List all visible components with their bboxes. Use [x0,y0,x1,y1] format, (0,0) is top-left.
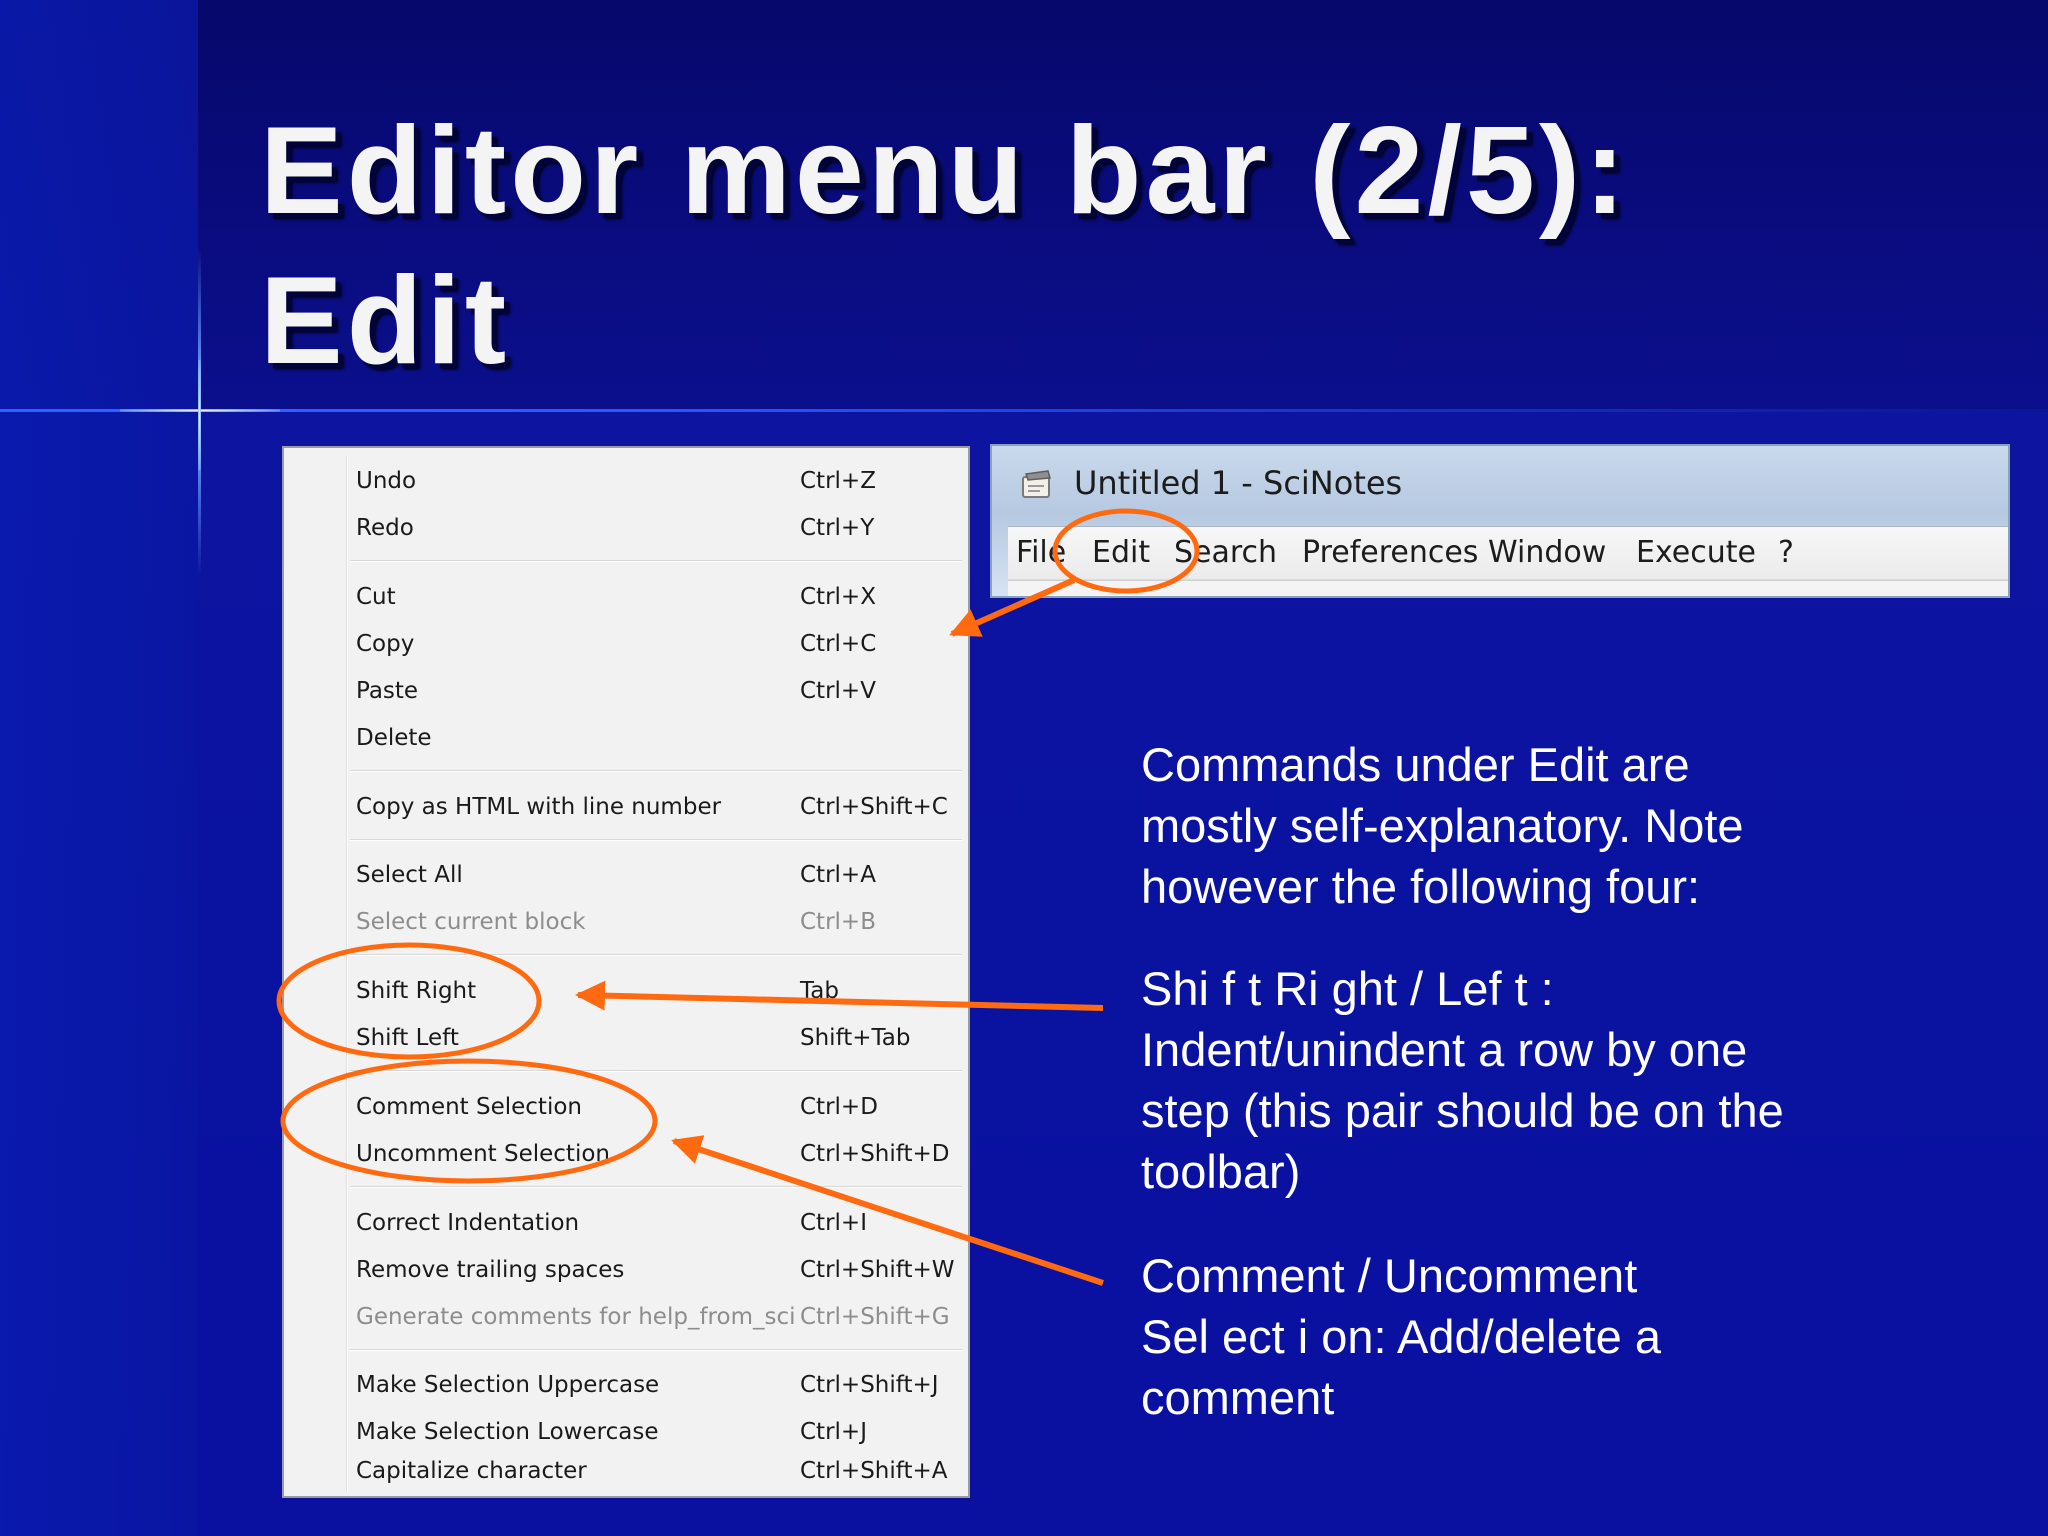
menu-item-shortcut: Ctrl+C [800,631,877,657]
menu-item-shortcut: Ctrl+B [800,909,876,935]
menu-item-remove-trailing-spaces[interactable]: Remove trailing spaces Ctrl+Shift+W [284,1249,968,1296]
menubar-file[interactable]: File [1016,535,1066,570]
menu-item-label: Cut [356,584,396,610]
edit-dropdown-menu: Undo Ctrl+Z Redo Ctrl+Y Cut Ctrl+X Copy … [282,446,970,1498]
menu-item-uncomment-selection[interactable]: Uncomment Selection Ctrl+Shift+D [284,1133,968,1180]
menu-separator [350,954,962,956]
menu-item-shortcut: Ctrl+Shift+W [800,1257,955,1283]
intro-text: Commands under Edit are mostly self-expl… [1141,734,1961,917]
menubar-help[interactable]: ? [1778,535,1794,570]
menu-separator [350,1070,962,1072]
intro-line-2: mostly self-explanatory. Note [1141,799,1744,852]
scinotes-app-icon [1022,470,1051,498]
menu-item-label: Copy [356,631,415,657]
menu-item-shortcut: Ctrl+X [800,584,876,610]
menu-item-label: Correct Indentation [356,1210,580,1236]
menubar-window[interactable]: Window [1488,535,1606,570]
menu-item-delete[interactable]: Delete [284,717,968,764]
menu-item-correct-indentation[interactable]: Correct Indentation Ctrl+I [284,1202,968,1249]
menu-item-paste[interactable]: Paste Ctrl+V [284,670,968,717]
menu-item-label: Shift Right [356,978,477,1004]
shift-explanation: Shi f t Ri ght / Lef t : Indent/unindent… [1141,958,1961,1202]
slide-left-strip [0,0,198,1536]
shift-line-3: step (this pair should be on the [1141,1084,1784,1137]
menu-item-shortcut: Ctrl+Shift+J [800,1372,939,1398]
menubar-preferences[interactable]: Preferences [1302,535,1478,570]
menubar-edit[interactable]: Edit [1092,535,1150,570]
menu-item-shortcut: Ctrl+A [800,862,876,888]
menu-item-label: Paste [356,678,419,704]
menubar-search[interactable]: Search [1174,535,1277,570]
menu-item-generate-comments: Generate comments for help_from_sci Ctrl… [284,1296,968,1343]
menu-item-label: Delete [356,725,432,751]
menu-item-select-all[interactable]: Select All Ctrl+A [284,854,968,901]
menu-item-label: Copy as HTML with line number [356,794,722,820]
menu-item-label: Uncomment Selection [356,1141,610,1167]
menu-item-select-current-block: Select current block Ctrl+B [284,901,968,948]
menu-item-shortcut: Ctrl+V [800,678,876,704]
intro-line-3: however the following four: [1141,860,1701,913]
menu-separator [350,560,962,562]
menu-separator [350,1349,962,1351]
menu-item-label: Capitalize character [356,1458,587,1484]
menu-item-shortcut: Ctrl+Shift+G [800,1304,950,1330]
editor-toolbar-strip [1008,580,2008,596]
menu-item-shift-left[interactable]: Shift Left Shift+Tab [284,1017,968,1064]
menu-item-shortcut: Ctrl+Y [800,515,875,541]
intro-line-1: Commands under Edit are [1141,738,1690,791]
menu-item-label: Make Selection Uppercase [356,1372,660,1398]
slide-title: Editor menu bar (2/5): Edit [260,96,1629,396]
comment-line-2: Sel ect i on: Add/delete a [1141,1310,1661,1363]
menu-separator [350,770,962,772]
menu-item-undo[interactable]: Undo Ctrl+Z [284,460,968,507]
menu-item-shortcut: Ctrl+I [800,1210,867,1236]
menu-item-label: Shift Left [356,1025,459,1051]
comment-explanation: Comment / Uncomment Sel ect i on: Add/de… [1141,1245,1961,1428]
menubar-execute[interactable]: Execute [1636,535,1756,570]
menu-item-comment-selection[interactable]: Comment Selection Ctrl+D [284,1086,968,1133]
slide-title-line-2: Edit [260,252,511,390]
menu-item-label: Select All [356,862,463,888]
menu-item-shortcut: Shift+Tab [800,1025,911,1051]
menu-item-shortcut: Tab [800,978,839,1004]
scinotes-window: Untitled 1 - SciNotes File Edit Search P… [990,444,2010,598]
menu-item-label: Make Selection Lowercase [356,1419,659,1445]
menu-item-label: Generate comments for help_from_sci [356,1304,796,1330]
menu-item-label: Select current block [356,909,586,935]
comment-line-1: Comment / Uncomment [1141,1249,1638,1302]
sparkle-vertical [198,360,201,470]
menu-item-copy-as-html[interactable]: Copy as HTML with line number Ctrl+Shift… [284,786,968,833]
menu-item-redo[interactable]: Redo Ctrl+Y [284,507,968,554]
shift-line-1: Shi f t Ri ght / Lef t : [1141,962,1554,1015]
comment-line-3: comment [1141,1371,1335,1424]
editor-menubar: File Edit Search Preferences Window Exec… [1008,526,2008,579]
menu-item-label: Remove trailing spaces [356,1257,625,1283]
menu-separator [350,839,962,841]
shift-line-2: Indent/unindent a row by one [1141,1023,1748,1076]
menu-item-make-uppercase[interactable]: Make Selection Uppercase Ctrl+Shift+J [284,1364,968,1411]
menu-separator [350,1186,962,1188]
menu-item-shortcut: Ctrl+Z [800,468,876,494]
menu-item-shift-right[interactable]: Shift Right Tab [284,970,968,1017]
menu-item-copy[interactable]: Copy Ctrl+C [284,623,968,670]
menu-item-capitalize-character[interactable]: Capitalize character Ctrl+Shift+A [284,1450,968,1497]
menu-item-cut[interactable]: Cut Ctrl+X [284,576,968,623]
slide-divider-line [0,409,2048,412]
menu-item-shortcut: Ctrl+Shift+A [800,1458,948,1484]
menu-item-label: Redo [356,515,414,541]
menu-item-shortcut: Ctrl+J [800,1419,867,1445]
menu-item-label: Undo [356,468,417,494]
menu-item-shortcut: Ctrl+D [800,1094,878,1120]
slide-title-line-1: Editor menu bar (2/5): [260,102,1630,240]
shift-line-4: toolbar) [1141,1145,1301,1198]
window-title: Untitled 1 - SciNotes [1074,464,1403,502]
menu-item-shortcut: Ctrl+Shift+D [800,1141,950,1167]
menu-item-label: Comment Selection [356,1094,582,1120]
menu-item-shortcut: Ctrl+Shift+C [800,794,948,820]
